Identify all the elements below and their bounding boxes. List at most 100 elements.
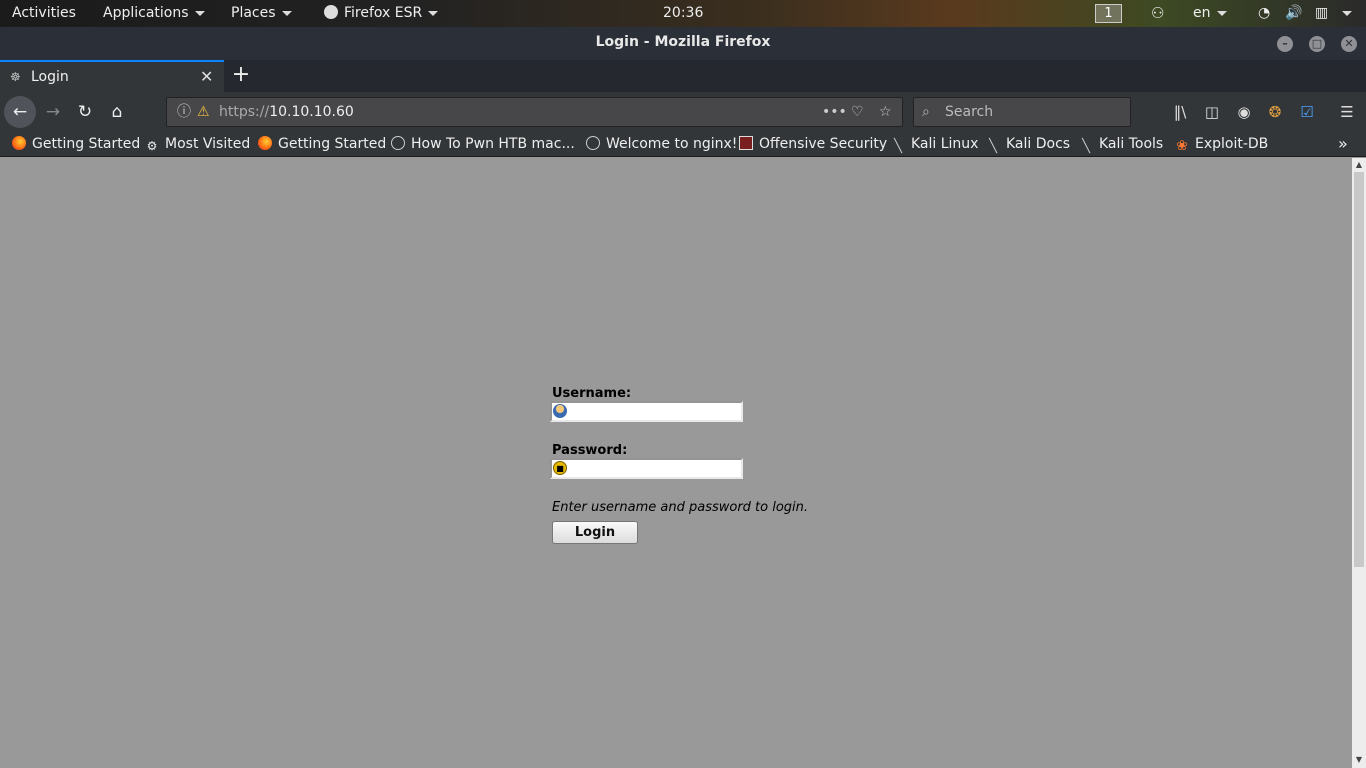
back-button[interactable]: ←	[4, 96, 36, 128]
home-button[interactable]: ⌂	[101, 96, 133, 128]
people-icon[interactable]: ⚇	[1151, 0, 1164, 27]
bookmark-getting-started-2[interactable]: Getting Started	[258, 132, 386, 156]
chevron-down-icon	[428, 10, 439, 16]
page-scrollbar[interactable]: ▲ ▼	[1352, 158, 1366, 768]
bookmark-nginx[interactable]: Welcome to nginx!	[586, 132, 737, 156]
page-favicon-icon: ☸	[10, 70, 21, 84]
page-content: Username: Password: ■ Enter username and…	[0, 158, 1352, 768]
kali-dragon-icon: ╲	[894, 139, 902, 154]
search-icon: ⌕	[922, 104, 930, 120]
bookmark-label: Getting Started	[32, 136, 141, 152]
firefox-icon	[324, 5, 338, 19]
url-protocol: https://	[219, 104, 270, 120]
offsec-icon	[739, 136, 753, 150]
url-text[interactable]: https://10.10.10.60	[219, 98, 354, 126]
places-menu[interactable]: Places	[231, 0, 292, 27]
info-icon[interactable]: ⓘ	[177, 98, 191, 126]
login-hint: Enter username and password to login.	[552, 500, 809, 515]
password-field[interactable]: ■	[550, 458, 743, 479]
clock[interactable]: 20:36	[663, 0, 703, 27]
app-menu[interactable]: Firefox ESR	[324, 0, 439, 27]
url-bar[interactable]: ⓘ ⚠ https://10.10.10.60 ••• ♡ ☆	[166, 97, 903, 127]
kali-dragon-icon: ╲	[1082, 139, 1090, 154]
account-icon[interactable]: ◉	[1230, 96, 1258, 128]
bookmark-star-icon[interactable]: ☆	[879, 98, 892, 126]
navigation-toolbar: ← → ↻ ⌂ ⓘ ⚠ https://10.10.10.60 ••• ♡ ☆ …	[0, 92, 1366, 132]
bookmark-kali-linux[interactable]: ╲ Kali Linux	[891, 132, 978, 156]
bookmark-label: Welcome to nginx!	[606, 136, 738, 152]
pocket-icon[interactable]: ♡	[851, 98, 864, 126]
forward-button[interactable]: →	[37, 96, 69, 128]
battery-icon[interactable]: ▥	[1315, 0, 1328, 27]
bookmark-kali-docs[interactable]: ╲ Kali Docs	[986, 132, 1070, 156]
exploitdb-icon: ❀	[1176, 138, 1188, 154]
library-icon[interactable]: ‖\	[1166, 96, 1194, 128]
volume-icon[interactable]: 🔊	[1285, 0, 1302, 27]
globe-icon	[391, 136, 405, 150]
bookmark-exploit-db[interactable]: ❀ Exploit-DB	[1175, 132, 1268, 156]
bookmark-label: Kali Tools	[1099, 136, 1164, 152]
new-tab-button[interactable]: +	[230, 60, 252, 92]
bookmark-label: Kali Docs	[1006, 136, 1071, 152]
scroll-up-arrow-icon[interactable]: ▲	[1352, 160, 1366, 169]
tab-bar: ☸ Login ✕ +	[0, 60, 1366, 92]
activities-button[interactable]: Activities	[12, 0, 76, 27]
language-menu[interactable]: en	[1193, 0, 1227, 27]
login-button[interactable]: Login	[552, 521, 638, 544]
power-menu[interactable]	[1336, 0, 1352, 27]
user-icon	[553, 404, 567, 418]
password-input[interactable]	[569, 460, 739, 477]
bookmark-most-visited[interactable]: ⚙ Most Visited	[145, 132, 251, 156]
username-label: Username:	[552, 386, 632, 401]
bookmark-label: Offensive Security	[759, 136, 888, 152]
menu-hamburger-icon[interactable]: ☰	[1333, 96, 1361, 128]
username-input[interactable]	[569, 403, 739, 420]
chevron-down-icon	[1342, 10, 1352, 16]
bookmark-label: How To Pwn HTB mac...	[411, 136, 575, 152]
bookmark-how-to-pwn[interactable]: How To Pwn HTB mac...	[391, 132, 575, 156]
bookmark-getting-started[interactable]: Getting Started	[12, 132, 140, 156]
bookmark-offensive-security[interactable]: Offensive Security	[739, 132, 887, 156]
workspace-indicator[interactable]: 1	[1095, 4, 1122, 23]
wifi-icon[interactable]: ◔	[1258, 0, 1270, 27]
globe-icon	[586, 136, 600, 150]
scroll-down-arrow-icon[interactable]: ▼	[1352, 755, 1366, 764]
maximize-button[interactable]: □	[1309, 36, 1325, 52]
firefox-icon	[258, 136, 272, 150]
gear-icon: ⚙	[146, 139, 158, 153]
close-window-button[interactable]: ✕	[1341, 36, 1357, 52]
insecure-lock-icon[interactable]: ⚠	[197, 98, 210, 126]
bookmark-label: Most Visited	[165, 136, 251, 152]
chevron-down-icon	[281, 10, 292, 16]
close-tab-icon[interactable]: ✕	[200, 62, 213, 92]
applications-label: Applications	[103, 5, 189, 21]
bookmark-label: Kali Linux	[911, 136, 979, 152]
search-bar[interactable]: ⌕	[913, 97, 1131, 127]
minimize-button[interactable]: –	[1277, 36, 1293, 52]
applications-menu[interactable]: Applications	[103, 0, 205, 27]
extension-checkbox-icon[interactable]: ☑	[1293, 96, 1321, 128]
search-input[interactable]	[945, 102, 1125, 122]
cookie-extension-icon[interactable]: ❂	[1261, 96, 1289, 128]
places-label: Places	[231, 5, 276, 21]
chevron-down-icon	[194, 10, 205, 16]
lock-icon: ■	[553, 461, 567, 475]
tab-login[interactable]: ☸ Login ✕	[0, 60, 224, 92]
scrollbar-thumb[interactable]	[1354, 172, 1364, 567]
url-host: 10.10.10.60	[269, 104, 354, 120]
bookmarks-overflow-chevron-icon[interactable]: »	[1338, 132, 1348, 156]
bookmarks-toolbar: Getting Started ⚙ Most Visited Getting St…	[0, 132, 1366, 157]
password-label: Password:	[552, 443, 628, 458]
bookmark-label: Getting Started	[278, 136, 387, 152]
username-field[interactable]	[550, 401, 743, 422]
sidebar-icon[interactable]: ◫	[1198, 96, 1226, 128]
firefox-icon	[12, 136, 26, 150]
page-actions-icon[interactable]: •••	[822, 98, 847, 126]
kali-dragon-icon: ╲	[989, 139, 997, 154]
reload-button[interactable]: ↻	[69, 96, 101, 128]
bookmark-kali-tools[interactable]: ╲ Kali Tools	[1079, 132, 1163, 156]
gnome-top-bar: Activities Applications Places Firefox E…	[0, 0, 1366, 27]
window-title-bar: Login - Mozilla Firefox – □ ✕	[0, 27, 1366, 60]
app-menu-label: Firefox ESR	[344, 5, 423, 21]
tab-label: Login	[31, 69, 69, 85]
